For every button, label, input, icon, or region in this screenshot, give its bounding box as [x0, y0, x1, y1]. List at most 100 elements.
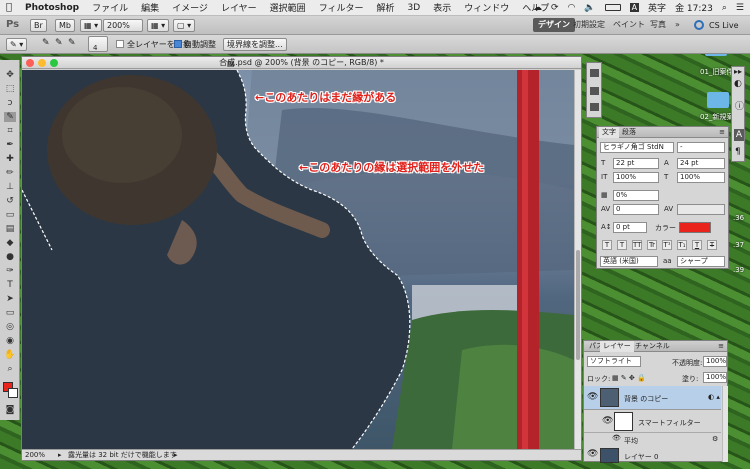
- font-style-select[interactable]: -: [677, 142, 725, 153]
- dock-paragraph-icon[interactable]: ¶: [735, 147, 741, 157]
- path-selection-tool-icon[interactable]: ➤: [4, 294, 16, 304]
- screen-mode-button[interactable]: ▢ ▾: [173, 19, 196, 32]
- crop-tool-icon[interactable]: ⌗: [4, 126, 16, 136]
- dock-panel-icon-2[interactable]: [590, 87, 599, 95]
- menu-edit[interactable]: 編集: [141, 1, 159, 14]
- horizontal-scale-field[interactable]: 100%: [677, 172, 725, 183]
- input-source-badge[interactable]: A: [629, 3, 640, 12]
- mini-bridge-button[interactable]: Mb: [55, 19, 75, 32]
- tab-character[interactable]: 文字: [599, 127, 619, 138]
- dock-character-icon[interactable]: A: [734, 129, 744, 141]
- hand-tool-icon[interactable]: ✋: [4, 350, 16, 360]
- dock-panel-icon-1[interactable]: [590, 69, 599, 77]
- faux-italic-button[interactable]: T: [617, 240, 627, 250]
- average-filter-eye-icon[interactable]: 👁: [612, 434, 621, 442]
- lock-icons[interactable]: ▦ ✎ ✥ 🔒: [612, 374, 646, 382]
- tab-channels[interactable]: チャンネル: [632, 341, 673, 352]
- brush-tool-icon[interactable]: ✏: [4, 168, 16, 178]
- status-menu-arrow-icon[interactable]: ▸: [174, 450, 178, 460]
- menu-select[interactable]: 選択範囲: [270, 1, 306, 14]
- filter-options-icon[interactable]: ⚙: [712, 435, 718, 443]
- faux-bold-button[interactable]: T: [602, 240, 612, 250]
- layer-row-average-filter[interactable]: 👁 平均 ⚙: [584, 434, 721, 446]
- background-color-swatch[interactable]: [8, 388, 18, 398]
- scrollbar-thumb[interactable]: [576, 250, 580, 360]
- font-family-select[interactable]: ヒラギノ角ゴ StdN: [600, 142, 674, 153]
- gradient-tool-icon[interactable]: ▤: [4, 224, 16, 234]
- app-menu-photoshop[interactable]: Photoshop: [25, 3, 79, 13]
- desktop-folder-icon-2[interactable]: [707, 92, 729, 108]
- menu-window[interactable]: ウィンドウ: [464, 1, 509, 14]
- move-tool-icon[interactable]: ✥: [4, 70, 16, 80]
- layer-0-eye-icon[interactable]: 👁: [587, 449, 598, 459]
- status-zoom-field[interactable]: 200%: [25, 450, 55, 460]
- subscript-button[interactable]: T₁: [677, 240, 687, 250]
- layers-panel-menu-icon[interactable]: ≡: [718, 341, 724, 351]
- vertical-scale-field[interactable]: 100%: [613, 172, 659, 183]
- more-workspaces-button[interactable]: »: [670, 18, 685, 32]
- refine-edge-button[interactable]: 境界線を調整...: [223, 38, 287, 51]
- eraser-tool-icon[interactable]: ▭: [4, 210, 16, 220]
- close-window-button[interactable]: [26, 59, 34, 67]
- strikethrough-button[interactable]: T: [707, 240, 717, 250]
- clone-stamp-tool-icon[interactable]: ⊥: [4, 182, 16, 192]
- menu-3d[interactable]: 3D: [408, 3, 421, 13]
- dock-arrow-icon[interactable]: ▸▸: [734, 67, 742, 76]
- eyedropper-tool-icon[interactable]: ✒: [4, 140, 16, 150]
- all-layers-checkbox[interactable]: [116, 40, 124, 48]
- layer-visibility-eye-icon[interactable]: 👁: [587, 392, 598, 402]
- shape-tool-icon[interactable]: ▭: [4, 308, 16, 318]
- add-selection-icon[interactable]: ✎: [55, 38, 63, 48]
- quick-selection-tool-icon[interactable]: ✎: [4, 112, 16, 122]
- dodge-tool-icon[interactable]: ●: [4, 252, 16, 262]
- dock-info-icon[interactable]: ⓘ: [735, 99, 744, 112]
- layer-row-background-copy[interactable]: 👁 背景 のコピー ◐ ▴: [584, 386, 721, 410]
- menu-layer[interactable]: レイヤー: [221, 1, 257, 14]
- status-battery-icon[interactable]: [604, 4, 621, 11]
- tab-layers[interactable]: レイヤー: [600, 341, 634, 352]
- character-panel-menu-icon[interactable]: ≡: [719, 127, 725, 137]
- tool-preset-picker[interactable]: ✎ ▾: [6, 38, 28, 51]
- new-selection-icon[interactable]: ✎: [42, 38, 50, 48]
- underline-button[interactable]: T: [692, 240, 702, 250]
- status-sync-icon[interactable]: ⟳: [551, 3, 559, 13]
- marquee-tool-icon[interactable]: ⬚: [4, 84, 16, 94]
- spotlight-search-icon[interactable]: ⌕: [722, 3, 727, 13]
- tab-paragraph[interactable]: 段落: [619, 127, 639, 138]
- leading-field[interactable]: 24 pt: [677, 158, 725, 169]
- zoom-window-button[interactable]: [50, 59, 58, 67]
- menu-analysis[interactable]: 解析: [377, 1, 395, 14]
- menu-view[interactable]: 表示: [433, 1, 451, 14]
- opacity-field[interactable]: 100%: [703, 356, 727, 367]
- baseline-shift-field[interactable]: 0 pt: [613, 222, 647, 233]
- smart-filter-eye-icon[interactable]: 👁: [602, 416, 613, 426]
- zoom-tool-icon[interactable]: ⌕: [4, 364, 16, 374]
- subtract-selection-icon[interactable]: ✎: [68, 38, 76, 48]
- menu-image[interactable]: イメージ: [172, 1, 208, 14]
- status-wifi-icon[interactable]: ◠: [567, 3, 575, 13]
- quick-mask-icon[interactable]: ◙: [4, 405, 16, 415]
- menu-file[interactable]: ファイル: [92, 1, 128, 14]
- antialias-select[interactable]: シャープ: [677, 256, 725, 267]
- healing-brush-tool-icon[interactable]: ✚: [4, 154, 16, 164]
- type-tool-icon[interactable]: T: [4, 280, 16, 290]
- font-size-field[interactable]: 22 pt: [613, 158, 659, 169]
- brush-size-picker[interactable]: 4: [88, 36, 108, 52]
- arrange-documents-button[interactable]: ▦ ▾: [147, 19, 170, 32]
- layer-row-layer-0[interactable]: 👁 レイヤー 0: [584, 447, 721, 463]
- status-volume-icon[interactable]: 🔈: [584, 3, 595, 13]
- lasso-tool-icon[interactable]: ↄ: [4, 98, 16, 108]
- menu-clock[interactable]: 金 17:23: [675, 1, 713, 14]
- minimize-window-button[interactable]: [38, 59, 46, 67]
- status-info-icon[interactable]: ▸: [58, 450, 62, 460]
- menu-filter[interactable]: フィルター: [319, 1, 364, 14]
- status-cloud-icon[interactable]: ☁: [533, 3, 542, 13]
- zoom-level-select[interactable]: 200%: [103, 19, 143, 32]
- kerning-field[interactable]: 0: [613, 204, 659, 215]
- all-caps-button[interactable]: TT: [632, 240, 642, 250]
- workspace-photo[interactable]: 写真: [645, 18, 671, 32]
- layer-row-smart-filter[interactable]: 👁 スマートフィルター: [584, 411, 721, 433]
- image-canvas[interactable]: ←このあたりはまだ縁がある ←このあたりの縁は選択範囲を外せた: [22, 70, 574, 449]
- small-caps-button[interactable]: Tr: [647, 240, 657, 250]
- blend-mode-select[interactable]: ソフトライト: [587, 356, 641, 367]
